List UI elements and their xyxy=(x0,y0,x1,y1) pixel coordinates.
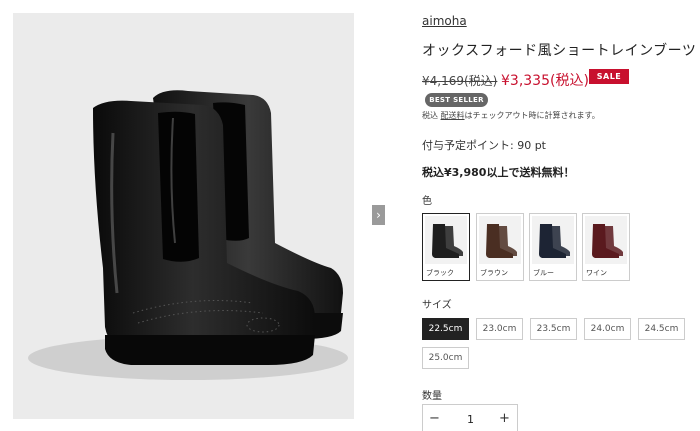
free-shipping-notice: 税込¥3,980以上で送料無料！ xyxy=(422,166,575,179)
size-option-23-5[interactable]: 23.5cm xyxy=(530,318,577,340)
reward-points: 付与予定ポイント: 90 pt xyxy=(422,139,546,152)
color-swatch-wine[interactable]: ワイン xyxy=(582,213,630,281)
color-swatch-blue[interactable]: ブルー xyxy=(529,213,577,281)
quantity-value[interactable]: 1 xyxy=(467,413,474,426)
size-option-24-5[interactable]: 24.5cm xyxy=(638,318,685,340)
size-option-22-5[interactable]: 22.5cm xyxy=(422,318,469,340)
tax-note-prefix: 税込 xyxy=(422,111,441,120)
swatch-label: ブルー xyxy=(533,269,554,277)
product-image[interactable] xyxy=(13,13,354,419)
tax-note-suffix: はチェックアウト時に計算されます。 xyxy=(464,111,600,120)
quantity-plus-button[interactable]: + xyxy=(499,411,510,426)
swatch-label: ブラック xyxy=(426,269,454,277)
original-price: ¥4,169(税込) xyxy=(422,74,498,88)
size-option-23-0[interactable]: 23.0cm xyxy=(476,318,523,340)
size-option-24-0[interactable]: 24.0cm xyxy=(584,318,631,340)
swatch-label: ワイン xyxy=(586,269,607,277)
quantity-label: 数量 xyxy=(422,391,442,402)
boot-thumbnail xyxy=(585,216,627,264)
brand-link[interactable]: aimoha xyxy=(422,14,467,28)
color-label: 色 xyxy=(422,196,432,207)
quantity-minus-button[interactable]: − xyxy=(429,411,440,426)
gallery-next-arrow-icon[interactable]: › xyxy=(372,205,385,225)
size-option-25-0[interactable]: 25.0cm xyxy=(422,347,469,369)
boot-thumbnail xyxy=(425,216,467,264)
swatch-label: ブラウン xyxy=(480,269,508,277)
color-swatch-black[interactable]: ブラック xyxy=(422,213,470,281)
color-swatch-brown[interactable]: ブラウン xyxy=(476,213,524,281)
sale-price: ¥3,335(税込) xyxy=(501,73,589,89)
shipping-fee-link[interactable]: 配送料 xyxy=(441,111,465,120)
size-label: サイズ xyxy=(422,300,452,311)
best-seller-badge: BEST SELLER xyxy=(425,93,488,107)
boot-thumbnail xyxy=(479,216,521,264)
tax-note: 税込 配送料はチェックアウト時に計算されます。 xyxy=(422,110,600,121)
quantity-stepper: − 1 + xyxy=(422,404,518,431)
rain-boot-illustration xyxy=(13,13,354,419)
product-title: オックスフォード風ショートレインブーツ xyxy=(422,43,697,59)
boot-thumbnail xyxy=(532,216,574,264)
sale-badge: SALE xyxy=(589,69,629,84)
